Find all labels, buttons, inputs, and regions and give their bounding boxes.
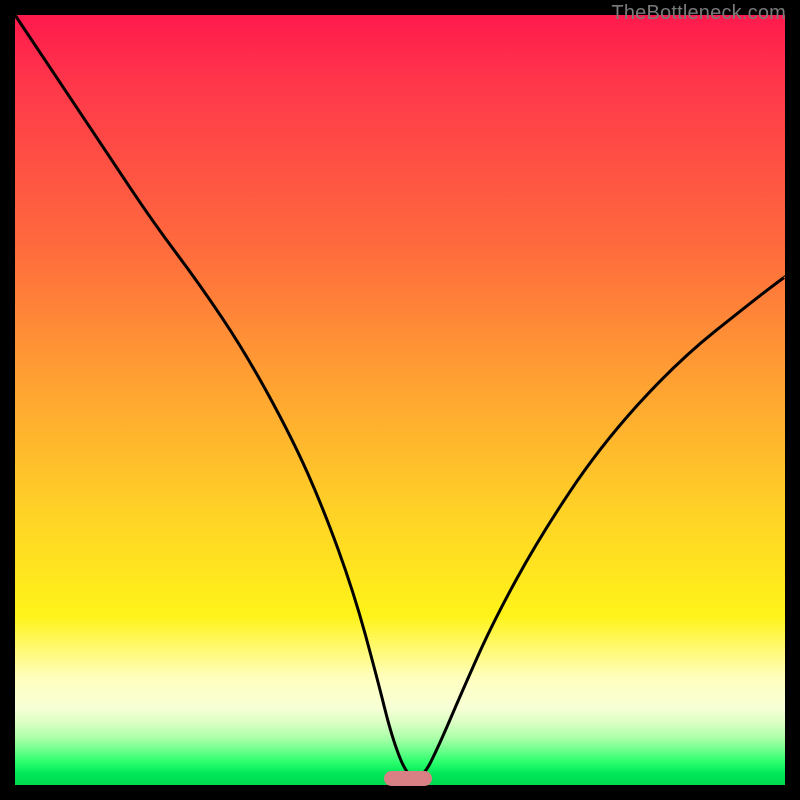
bottleneck-curve: [15, 15, 785, 777]
chart-svg: [15, 15, 785, 785]
plot-area: [15, 15, 785, 785]
watermark-text: TheBottleneck.com: [611, 2, 786, 25]
chart-frame: TheBottleneck.com: [0, 0, 800, 800]
optimum-marker: [384, 771, 432, 786]
